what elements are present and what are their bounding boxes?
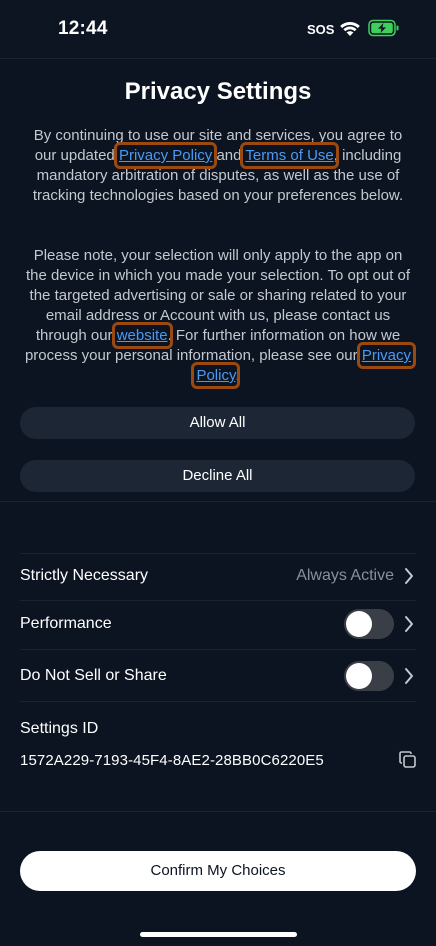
terms-of-use-link[interactable]: Terms of Use — [240, 142, 339, 169]
page-title: Privacy Settings — [124, 78, 312, 105]
intro-paragraph: By continuing to use our site and servic… — [24, 126, 412, 206]
wifi-icon — [340, 21, 360, 36]
copy-icon[interactable] — [399, 751, 417, 769]
section-divider — [0, 811, 436, 812]
do-not-sell-toggle[interactable] — [344, 661, 394, 691]
settings-id-value: 1572A229-7193-45F4-8AE2-28BB0C6220E5 — [20, 752, 324, 769]
clock: 12:44 — [58, 18, 108, 39]
allow-all-button[interactable]: Allow All — [20, 407, 415, 439]
row-divider — [20, 553, 416, 554]
row-divider — [20, 600, 416, 601]
chevron-right-icon — [405, 568, 413, 584]
note-paragraph: Please note, your selection will only ap… — [24, 246, 417, 389]
note-text-3: . — [235, 367, 240, 384]
category-row-strictly-necessary[interactable]: Strictly Necessary Always Active — [20, 557, 416, 597]
sos-indicator: SOS — [307, 22, 335, 37]
status-bar: 12:44 SOS — [0, 0, 436, 58]
header-divider — [0, 58, 436, 59]
category-label: Do Not Sell or Share — [20, 667, 167, 684]
home-indicator — [140, 932, 297, 937]
decline-all-button[interactable]: Decline All — [20, 460, 415, 492]
category-row-do-not-sell[interactable]: Do Not Sell or Share — [20, 657, 416, 697]
battery-charging-icon — [368, 19, 399, 37]
always-active-status: Always Active — [296, 567, 394, 584]
toggle-knob — [346, 611, 372, 637]
privacy-policy-link[interactable]: Privacy Policy — [113, 142, 218, 169]
category-label: Strictly Necessary — [20, 567, 149, 584]
settings-id-label: Settings ID — [20, 720, 99, 737]
category-row-performance[interactable]: Performance — [20, 605, 416, 645]
chevron-right-icon — [405, 616, 413, 632]
intro-text-2: and — [212, 147, 246, 164]
website-link[interactable]: website — [111, 322, 173, 349]
chevron-right-icon — [405, 668, 413, 684]
section-divider — [0, 501, 436, 502]
performance-toggle[interactable] — [344, 609, 394, 639]
toggle-knob — [346, 663, 372, 689]
confirm-choices-button[interactable]: Confirm My Choices — [20, 851, 416, 891]
row-divider — [20, 701, 416, 702]
category-label: Performance — [20, 615, 112, 632]
row-divider — [20, 649, 416, 650]
